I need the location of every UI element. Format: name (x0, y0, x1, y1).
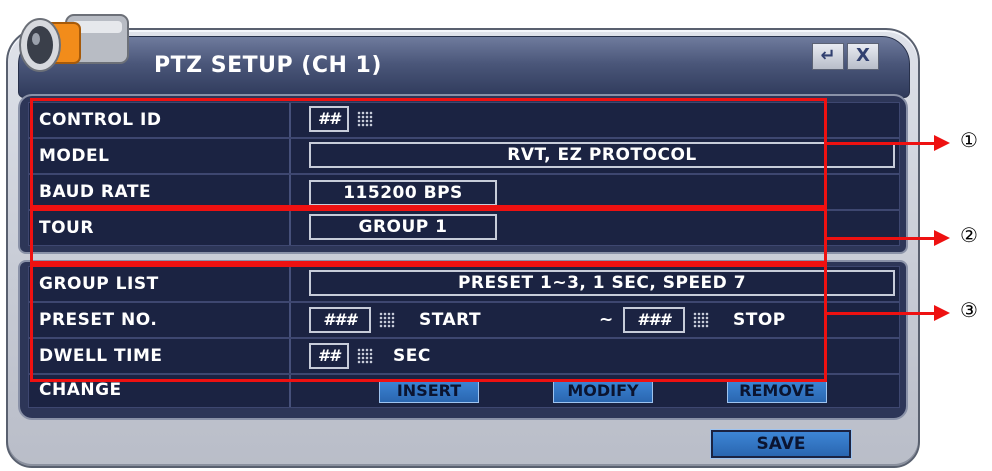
callout-number-2: ② (960, 223, 978, 247)
annotation-box-1 (30, 98, 827, 208)
close-icon[interactable]: X (847, 43, 879, 70)
remove-button[interactable]: REMOVE (727, 379, 827, 403)
annotation-box-2 (30, 208, 827, 264)
arrow-icon (934, 305, 950, 321)
camera-icon (19, 14, 129, 72)
save-button[interactable]: SAVE (710, 429, 852, 459)
dialog-title: PTZ SETUP (CH 1) (154, 53, 382, 78)
callout-line-2 (827, 237, 935, 240)
callout-line-3 (827, 312, 935, 315)
callout-number-3: ③ (960, 298, 978, 322)
modify-button[interactable]: MODIFY (553, 379, 653, 403)
arrow-icon (934, 135, 950, 151)
title-bar: PTZ SETUP (CH 1) ↵ X (18, 36, 910, 98)
callout-number-1: ① (960, 128, 978, 152)
enter-icon[interactable]: ↵ (812, 43, 844, 70)
arrow-icon (934, 230, 950, 246)
insert-button[interactable]: INSERT (379, 379, 479, 403)
annotation-box-3 (30, 264, 827, 382)
callout-line-1 (827, 142, 935, 145)
